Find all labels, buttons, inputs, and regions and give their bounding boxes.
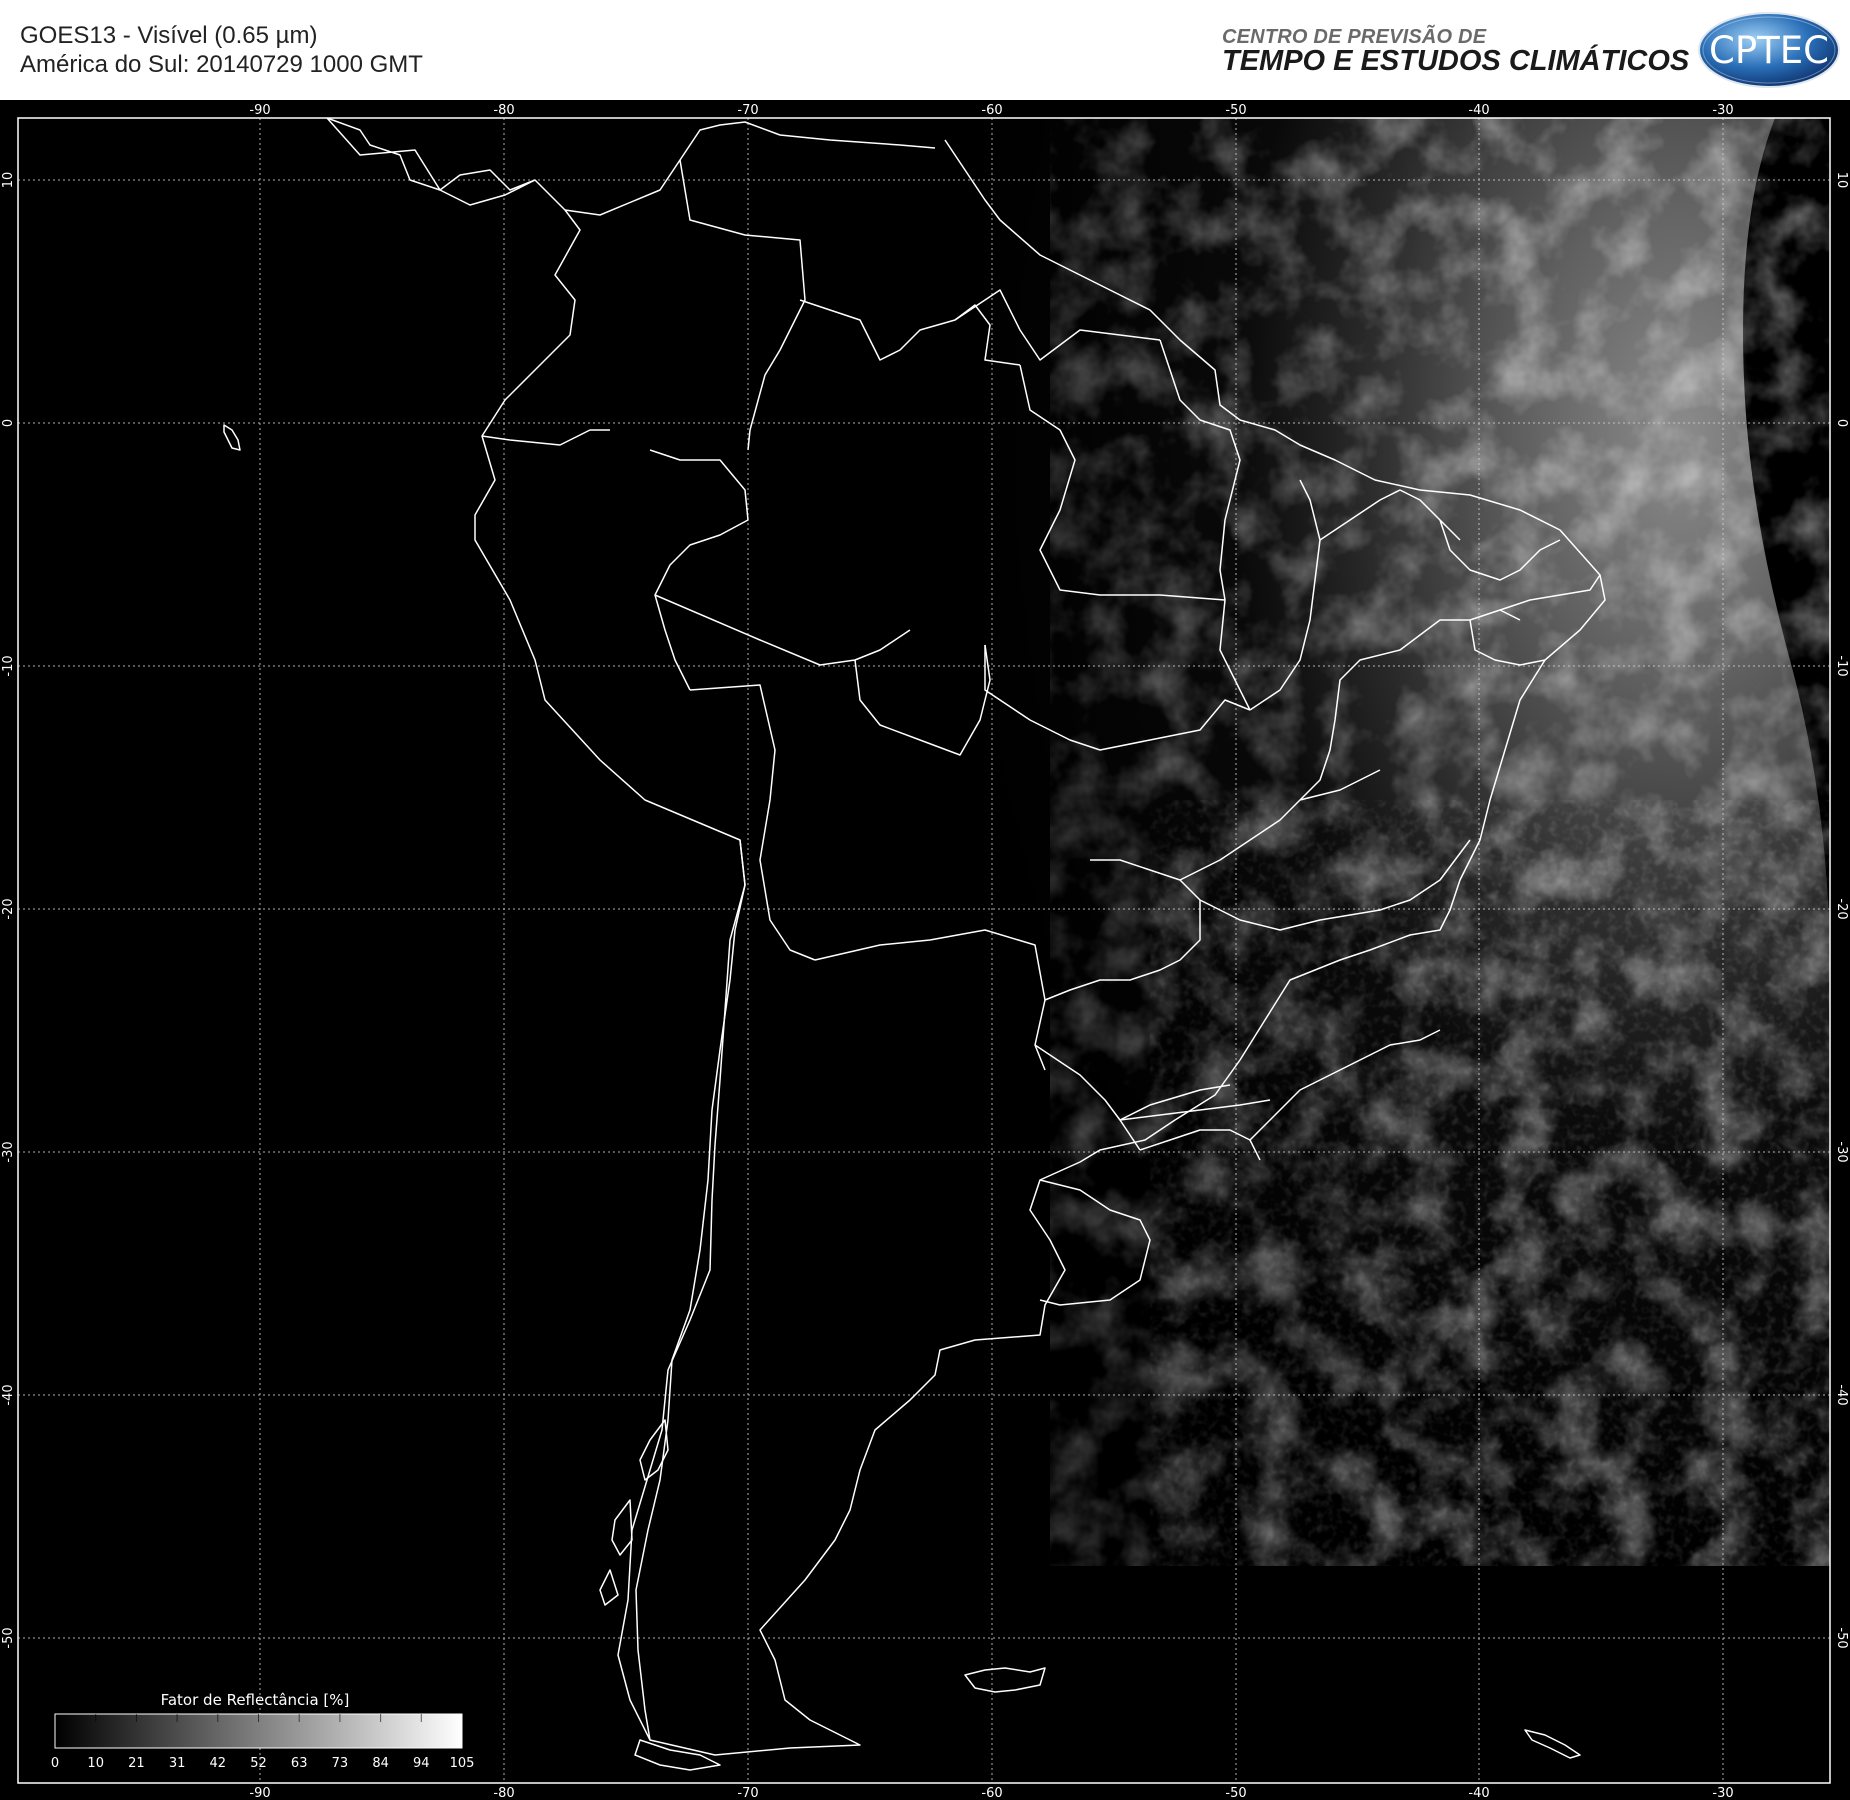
lat-label: -50 [1834, 1627, 1849, 1648]
lat-label: -40 [1834, 1384, 1849, 1405]
colorbar-tick: 21 [128, 1756, 145, 1771]
colorbar-tick: 42 [210, 1756, 227, 1771]
colorbar-title: Fator de Reflectância [%] [161, 1691, 350, 1709]
lat-label: 10 [1834, 172, 1849, 189]
lon-label: -90 [249, 103, 270, 118]
colorbar-tick: 31 [169, 1756, 186, 1771]
lat-label: -30 [1834, 1141, 1849, 1162]
lat-label: 10 [1, 172, 16, 189]
colorbar-tick: 52 [250, 1756, 267, 1771]
lon-label: -30 [1712, 103, 1733, 118]
product-title: GOES13 - Visível (0.65 µm) [20, 22, 318, 49]
colorbar-tick: 94 [413, 1756, 430, 1771]
colorbar-tick: 0 [51, 1756, 59, 1771]
colorbar-tick: 105 [450, 1756, 475, 1771]
lat-label: -30 [1, 1141, 16, 1162]
lon-label: -60 [981, 103, 1002, 118]
lon-label: -70 [737, 103, 758, 118]
lat-label: 0 [1834, 419, 1849, 427]
lat-label: -40 [1, 1384, 16, 1405]
lat-label: -20 [1, 898, 16, 919]
lon-label: -80 [493, 1786, 514, 1800]
satellite-imagery [18, 118, 1830, 1783]
lon-label: -30 [1712, 1786, 1733, 1800]
lat-label: -20 [1834, 898, 1849, 919]
colorbar-tick: 63 [291, 1756, 308, 1771]
lat-label: -10 [1834, 655, 1849, 676]
lon-label: -70 [737, 1786, 758, 1800]
org-name-line2: TEMPO E ESTUDOS CLIMÁTICOS [1222, 45, 1690, 77]
lat-label: -50 [1, 1627, 16, 1648]
colorbar-tick: 10 [87, 1756, 104, 1771]
lon-label: -40 [1468, 1786, 1489, 1800]
cptec-logo: CPTEC [1697, 10, 1841, 90]
lon-label: -50 [1225, 1786, 1246, 1800]
colorbar-tick: 84 [372, 1756, 389, 1771]
colorbar-tick: 73 [332, 1756, 349, 1771]
lon-label: -50 [1225, 103, 1246, 118]
lat-label: 0 [1, 419, 16, 427]
lon-label: -90 [249, 1786, 270, 1800]
satellite-map: -90 -80 -70 -60 -50 -40 -30 -90 -80 -70 … [0, 100, 1850, 1800]
lon-label: -40 [1468, 103, 1489, 118]
lat-label: -10 [1, 655, 16, 676]
lon-label: -80 [493, 103, 514, 118]
lon-label: -60 [981, 1786, 1002, 1800]
header-bar: GOES13 - Visível (0.65 µm) América do Su… [0, 0, 1850, 100]
region-datetime: América do Sul: 20140729 1000 GMT [20, 51, 423, 78]
logo-text: CPTEC [1709, 29, 1829, 72]
